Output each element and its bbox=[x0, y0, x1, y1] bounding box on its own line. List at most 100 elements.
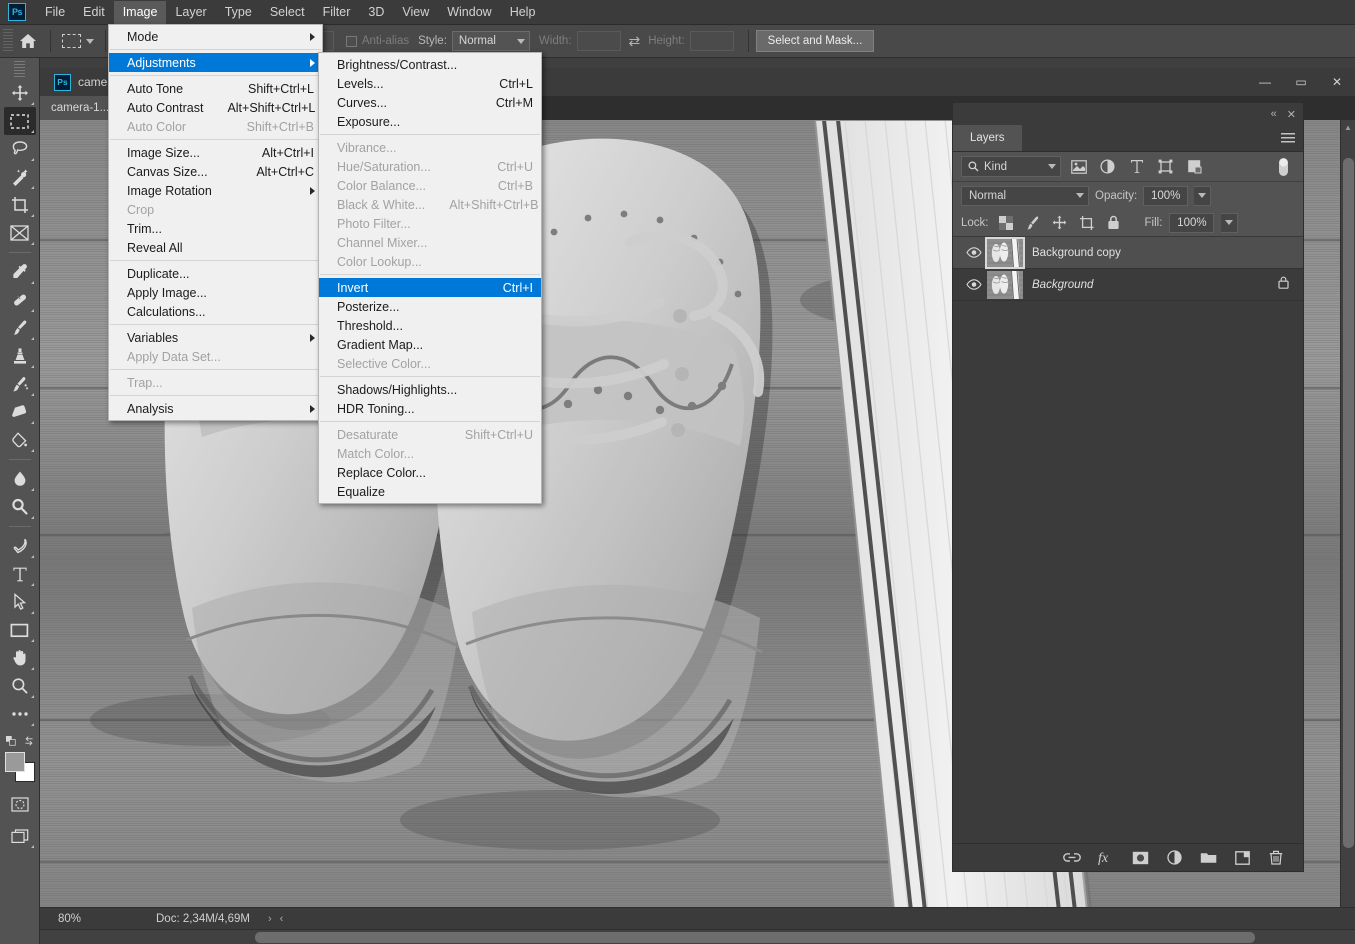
lock-artboard-nesting-icon[interactable] bbox=[1077, 213, 1097, 233]
document-info[interactable]: Doc: 2,34M/4,69M bbox=[156, 913, 250, 925]
menu-item-reveal-all[interactable]: Reveal All bbox=[109, 238, 322, 257]
close-panel-icon[interactable]: ✕ bbox=[1287, 108, 1296, 121]
filter-adjustment-layers-icon[interactable] bbox=[1096, 156, 1119, 177]
menu-item-auto-tone[interactable]: Auto Tone Shift+Ctrl+L bbox=[109, 79, 322, 98]
menu-bar-item-edit[interactable]: Edit bbox=[74, 1, 114, 24]
menu-item-threshold[interactable]: Threshold... bbox=[319, 316, 541, 335]
menu-bar-item-3d[interactable]: 3D bbox=[359, 1, 393, 24]
menu-bar-item-filter[interactable]: Filter bbox=[314, 1, 360, 24]
layer-visibility-eye-icon[interactable] bbox=[961, 279, 987, 290]
delete-layer-icon[interactable] bbox=[1267, 849, 1285, 867]
menu-item-calculations[interactable]: Calculations... bbox=[109, 302, 322, 321]
menu-item-levels[interactable]: Levels... Ctrl+L bbox=[319, 74, 541, 93]
crop-tool[interactable] bbox=[4, 191, 36, 219]
opacity-input[interactable]: 100% bbox=[1143, 185, 1189, 206]
filter-smart-objects-icon[interactable] bbox=[1183, 156, 1206, 177]
menu-bar-item-help[interactable]: Help bbox=[501, 1, 545, 24]
menu-item-equalize[interactable]: Equalize bbox=[319, 482, 541, 501]
tool-preset-picker[interactable] bbox=[58, 32, 98, 50]
menu-item-adjustments[interactable]: Adjustments bbox=[109, 53, 322, 72]
image-menu-dropdown[interactable]: Mode Adjustments Auto Tone Shift+Ctrl+L Auto… bbox=[108, 24, 323, 421]
foreground-background-colors[interactable] bbox=[4, 752, 35, 782]
hand-tool[interactable] bbox=[4, 644, 36, 672]
filter-pixel-layers-icon[interactable] bbox=[1067, 156, 1090, 177]
path-selection-tool[interactable] bbox=[4, 588, 36, 616]
spot-healing-brush-tool[interactable] bbox=[4, 286, 36, 314]
menu-item-duplicate[interactable]: Duplicate... bbox=[109, 264, 322, 283]
menu-item-brightness-contrast[interactable]: Brightness/Contrast... bbox=[319, 55, 541, 74]
menu-bar-item-window[interactable]: Window bbox=[438, 1, 500, 24]
tools-panel-grip[interactable] bbox=[14, 61, 25, 77]
blur-tool[interactable] bbox=[4, 465, 36, 493]
blend-mode-select[interactable]: Normal bbox=[961, 185, 1089, 206]
zoom-tool[interactable] bbox=[4, 672, 36, 700]
menu-item-trim[interactable]: Trim... bbox=[109, 219, 322, 238]
menu-item-mode[interactable]: Mode bbox=[109, 27, 322, 46]
add-layer-style-icon[interactable]: fx bbox=[1097, 849, 1115, 867]
menu-bar-item-type[interactable]: Type bbox=[216, 1, 261, 24]
menu-item-invert[interactable]: Invert Ctrl+I bbox=[319, 278, 541, 297]
height-input[interactable] bbox=[689, 31, 734, 51]
link-layers-icon[interactable] bbox=[1063, 849, 1081, 867]
brush-tool[interactable] bbox=[4, 314, 36, 342]
filter-type-layers-icon[interactable] bbox=[1125, 156, 1148, 177]
menu-item-replace-color[interactable]: Replace Color... bbox=[319, 463, 541, 482]
swap-dimensions-icon[interactable]: ⇄ bbox=[629, 33, 641, 50]
close-button[interactable]: ✕ bbox=[1319, 68, 1355, 96]
menu-bar-item-file[interactable]: File bbox=[36, 1, 74, 24]
screen-mode-toggle[interactable] bbox=[4, 822, 36, 850]
opacity-stepper[interactable] bbox=[1194, 185, 1212, 206]
menu-bar-item-image[interactable]: Image bbox=[113, 0, 167, 24]
layer-thumbnail[interactable] bbox=[985, 236, 1025, 269]
fill-stepper[interactable] bbox=[1221, 212, 1239, 233]
menu-item-auto-contrast[interactable]: Auto Contrast Alt+Shift+Ctrl+L bbox=[109, 98, 322, 117]
status-next-arrow[interactable]: › bbox=[268, 913, 272, 925]
adjustments-submenu-dropdown[interactable]: Brightness/Contrast... Levels... Ctrl+L Cur… bbox=[318, 52, 542, 504]
menu-item-posterize[interactable]: Posterize... bbox=[319, 297, 541, 316]
add-layer-mask-icon[interactable] bbox=[1131, 849, 1149, 867]
layer-thumbnail[interactable] bbox=[987, 270, 1023, 299]
menu-item-canvas-size[interactable]: Canvas Size... Alt+Ctrl+C bbox=[109, 162, 322, 181]
menu-bar-item-layer[interactable]: Layer bbox=[166, 1, 215, 24]
lock-all-icon[interactable] bbox=[1104, 213, 1124, 233]
eyedropper-tool[interactable] bbox=[4, 258, 36, 286]
menu-bar-item-view[interactable]: View bbox=[393, 1, 438, 24]
options-bar-grip[interactable] bbox=[3, 29, 13, 53]
foreground-color-swatch[interactable] bbox=[4, 752, 25, 772]
menu-item-analysis[interactable]: Analysis bbox=[109, 399, 322, 418]
style-select[interactable]: Normal bbox=[451, 31, 530, 51]
layer-row[interactable]: Background copy bbox=[953, 236, 1303, 269]
menu-item-exposure[interactable]: Exposure... bbox=[319, 112, 541, 131]
layer-row[interactable]: Background bbox=[953, 269, 1303, 301]
history-brush-tool[interactable] bbox=[4, 370, 36, 398]
new-layer-icon[interactable] bbox=[1233, 849, 1251, 867]
frame-tool[interactable] bbox=[4, 219, 36, 247]
menu-item-gradient-map[interactable]: Gradient Map... bbox=[319, 335, 541, 354]
new-adjustment-layer-icon[interactable] bbox=[1165, 849, 1183, 867]
width-input[interactable] bbox=[576, 31, 621, 51]
canvas-horizontal-scrollbar[interactable] bbox=[40, 929, 1355, 944]
tab-layers[interactable]: Layers bbox=[953, 125, 1022, 151]
filter-toggle-switch[interactable] bbox=[1272, 156, 1295, 177]
status-prev-arrow[interactable]: ‹ bbox=[280, 913, 284, 925]
menu-item-hdr-toning[interactable]: HDR Toning... bbox=[319, 399, 541, 418]
filter-kind-select[interactable]: Kind bbox=[961, 156, 1061, 177]
minimize-button[interactable]: — bbox=[1247, 68, 1283, 96]
lock-position-icon[interactable] bbox=[1050, 213, 1070, 233]
menu-item-image-rotation[interactable]: Image Rotation bbox=[109, 181, 322, 200]
horizontal-scroll-thumb[interactable] bbox=[255, 932, 1255, 943]
swap-colors-icon[interactable] bbox=[24, 734, 34, 748]
select-and-mask-button[interactable]: Select and Mask... bbox=[755, 30, 875, 52]
scroll-up-arrow[interactable]: ▲ bbox=[1341, 120, 1355, 135]
dodge-tool[interactable] bbox=[4, 493, 36, 521]
gradient-tool[interactable] bbox=[4, 426, 36, 454]
rectangle-tool[interactable] bbox=[4, 616, 36, 644]
edit-toolbar-tool[interactable] bbox=[4, 700, 36, 728]
rectangular-marquee-tool[interactable] bbox=[3, 107, 36, 135]
move-tool[interactable] bbox=[4, 79, 36, 107]
menu-bar-item-select[interactable]: Select bbox=[261, 1, 314, 24]
quick-mask-toggle[interactable] bbox=[4, 790, 36, 818]
menu-item-shadows-highlights[interactable]: Shadows/Highlights... bbox=[319, 380, 541, 399]
panel-menu-icon[interactable] bbox=[1281, 133, 1295, 144]
maximize-button[interactable]: ▭ bbox=[1283, 68, 1319, 96]
